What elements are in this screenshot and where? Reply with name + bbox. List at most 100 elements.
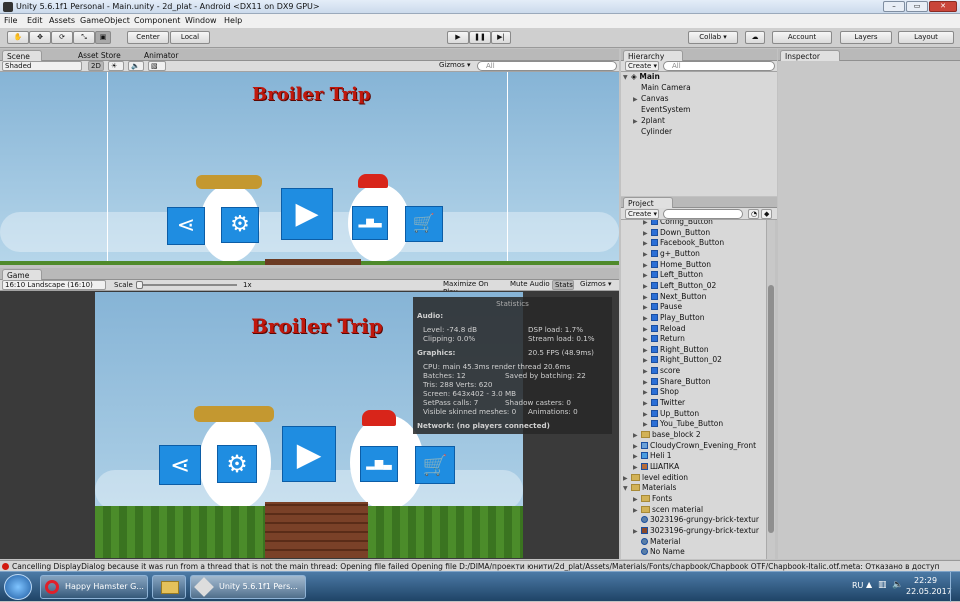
scene-root-item[interactable]: ▼ ◈ Main xyxy=(623,72,660,83)
clock-date[interactable]: 22.05.2017 xyxy=(906,587,952,596)
project-asset-item[interactable]: ▶ Play_Button xyxy=(643,313,705,324)
game-share-button[interactable]: ⋖ xyxy=(159,445,201,485)
project-folder-item[interactable]: 3023196-grungy-brick-textur xyxy=(633,515,759,526)
tab-project[interactable]: Project xyxy=(623,197,673,208)
project-folder-item[interactable]: ▶ scen material xyxy=(633,505,703,516)
tab-game[interactable]: Game xyxy=(2,269,42,280)
pivot-center-button[interactable]: Center xyxy=(127,31,169,44)
step-button[interactable]: ▶| xyxy=(491,31,511,44)
pivot-local-button[interactable]: Local xyxy=(170,31,210,44)
project-folder-item[interactable]: ▼ Materials xyxy=(623,483,676,494)
hierarchy-search-input[interactable]: All xyxy=(663,61,775,71)
account-dropdown[interactable]: Account xyxy=(772,31,832,44)
project-asset-item[interactable]: ▶ Right_Button xyxy=(643,345,709,356)
taskbar-unity[interactable]: Unity 5.6.1f1 Pers... xyxy=(190,575,306,599)
project-asset-item[interactable]: ▶ Return xyxy=(643,334,685,345)
audio-toggle-icon[interactable]: 🔈 xyxy=(128,61,144,71)
minimize-button[interactable]: – xyxy=(883,1,905,12)
menu-window[interactable]: Window xyxy=(185,14,217,28)
project-search-input[interactable] xyxy=(663,209,743,219)
stats-toggle[interactable]: Stats xyxy=(552,280,574,290)
scene-view[interactable]: Broiler Trip ⋖ ⚙ ▶ ▂▆▃ 🛒 xyxy=(0,72,619,265)
project-asset-item[interactable]: ▶ Share_Button xyxy=(643,377,711,388)
tab-hierarchy[interactable]: Hierarchy xyxy=(623,50,683,61)
show-desktop-button[interactable] xyxy=(950,572,960,602)
scene-gizmos-dropdown[interactable]: Gizmos ▾ xyxy=(437,61,473,71)
network-icon[interactable]: ▥ xyxy=(878,580,887,590)
clock-time[interactable]: 22:29 xyxy=(914,576,937,585)
project-scrollbar-thumb[interactable] xyxy=(768,285,774,533)
scale-tool-icon[interactable]: ⤡ xyxy=(73,31,95,44)
2d-toggle[interactable]: 2D xyxy=(88,61,104,71)
scale-slider[interactable] xyxy=(137,284,237,286)
tab-inspector[interactable]: Inspector xyxy=(780,50,840,61)
close-button[interactable]: ✕ xyxy=(929,1,957,12)
console-status-bar[interactable]: Cancelling DisplayDialog because it was … xyxy=(0,560,960,571)
game-settings-button[interactable]: ⚙ xyxy=(217,445,257,483)
project-folder-item[interactable]: ▶ level edition xyxy=(623,473,688,484)
project-folder-item[interactable]: ▶ ШАПКА xyxy=(633,462,679,473)
rotate-tool-icon[interactable]: ⟳ xyxy=(51,31,73,44)
play-button[interactable]: ▶ xyxy=(447,31,469,44)
expand-arrow-icon[interactable]: ▼ xyxy=(623,484,631,495)
hierarchy-create-dropdown[interactable]: Create ▾ xyxy=(625,61,659,71)
start-button[interactable] xyxy=(4,574,32,600)
project-folder-item[interactable]: ▶ base_block 2 xyxy=(633,430,701,441)
menu-gameobject[interactable]: GameObject xyxy=(80,14,130,28)
project-asset-item[interactable]: ▶ Right_Button_02 xyxy=(643,355,722,366)
project-asset-item[interactable]: ▶ Down_Button xyxy=(643,228,710,239)
project-asset-item[interactable]: ▶ g+_Button xyxy=(643,249,700,260)
hierarchy-item[interactable]: Cylinder xyxy=(641,127,672,138)
project-asset-item[interactable]: ▶ score xyxy=(643,366,680,377)
language-indicator[interactable]: RU xyxy=(852,581,863,590)
project-asset-item[interactable]: ▶ Twitter xyxy=(643,398,685,409)
maximize-on-play-toggle[interactable]: Maximize On Play xyxy=(441,280,505,296)
menu-component[interactable]: Component xyxy=(134,14,180,28)
project-asset-item[interactable]: ▶ Shop xyxy=(643,387,679,398)
game-play-button[interactable]: ▶ xyxy=(282,426,336,482)
filter-by-label-icon[interactable]: ◆ xyxy=(761,209,772,219)
menu-edit[interactable]: Edit xyxy=(27,14,43,28)
layout-dropdown[interactable]: Layout xyxy=(898,31,954,44)
maximize-button[interactable]: ▭ xyxy=(906,1,928,12)
menu-assets[interactable]: Assets xyxy=(49,14,75,28)
volume-icon[interactable]: 🔈 xyxy=(892,580,903,590)
hierarchy-item[interactable]: ▶ Canvas xyxy=(633,94,669,105)
mute-audio-toggle[interactable]: Mute Audio xyxy=(508,280,550,290)
lighting-toggle-icon[interactable]: ☀ xyxy=(108,61,124,71)
rect-tool-icon[interactable]: ▣ xyxy=(95,31,111,44)
project-asset-item[interactable]: ▶ Reload xyxy=(643,324,686,335)
project-asset-item[interactable]: ▶ Config_Button xyxy=(643,220,713,228)
menu-help[interactable]: Help xyxy=(224,14,242,28)
tab-animator[interactable]: Animator xyxy=(140,50,182,61)
project-folder-item[interactable]: ▶ Fonts xyxy=(633,494,672,505)
scene-search-input[interactable]: All xyxy=(477,61,617,71)
taskbar-opera[interactable]: Happy Hamster G... xyxy=(40,575,148,599)
project-asset-item[interactable]: ▶ Pause xyxy=(643,302,682,313)
menu-file[interactable]: File xyxy=(4,14,17,28)
shading-mode-dropdown[interactable]: Shaded xyxy=(2,61,82,71)
hierarchy-item[interactable]: Main Camera xyxy=(641,83,691,94)
project-folder-item[interactable]: Material xyxy=(633,537,680,548)
effects-toggle-icon[interactable]: ▧ xyxy=(148,61,166,71)
project-folder-item[interactable]: No Name xyxy=(633,547,685,558)
game-gizmos-dropdown[interactable]: Gizmos ▾ xyxy=(578,280,614,290)
project-folder-item[interactable]: ▶ 3023196-grungy-brick-textur xyxy=(633,526,759,537)
collab-button[interactable]: Collab ▾ xyxy=(688,31,738,44)
filter-by-type-icon[interactable]: ◔ xyxy=(748,209,759,219)
scale-slider-handle[interactable] xyxy=(136,281,143,289)
project-asset-item[interactable]: ▶ Home_Button xyxy=(643,260,711,271)
hierarchy-item[interactable]: EventSystem xyxy=(641,105,690,116)
tray-up-arrow-icon[interactable]: ▲ xyxy=(866,580,872,589)
aspect-ratio-dropdown[interactable]: 16:10 Landscape (16:10) xyxy=(2,280,106,290)
hand-tool-icon[interactable]: ✋ xyxy=(7,31,29,44)
project-create-dropdown[interactable]: Create ▾ xyxy=(625,209,659,219)
tab-asset-store[interactable]: Asset Store xyxy=(74,50,125,61)
project-asset-item[interactable]: ▶ You_Tube_Button xyxy=(643,419,723,430)
pause-button[interactable]: ❚❚ xyxy=(469,31,491,44)
cloud-icon[interactable]: ☁ xyxy=(745,31,765,44)
project-asset-item[interactable]: ▶ Next_Button xyxy=(643,292,706,303)
project-asset-item[interactable]: ▶ Facebook_Button xyxy=(643,238,724,249)
project-folder-item[interactable]: ▶ Heli 1 xyxy=(633,451,672,462)
project-scrollbar[interactable] xyxy=(766,220,775,559)
